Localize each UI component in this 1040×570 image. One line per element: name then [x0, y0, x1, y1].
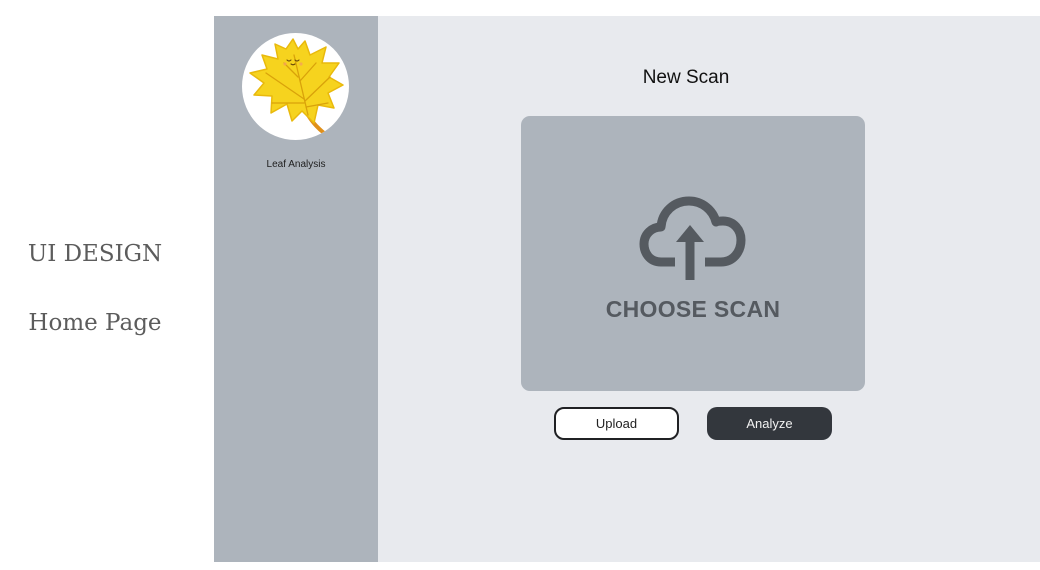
choose-scan-dropzone[interactable]: CHOOSE SCAN — [521, 116, 865, 391]
upload-button[interactable]: Upload — [554, 407, 679, 440]
main-content: New Scan CHOOSE SCAN Upload Analyze — [378, 16, 1040, 562]
app-window: Leaf Analysis New Scan CHOOSE SCAN Uploa… — [214, 16, 1040, 562]
maple-leaf-icon — [249, 38, 344, 135]
page-title: New Scan — [642, 67, 730, 88]
app-name: Leaf Analysis — [266, 159, 326, 170]
analyze-button[interactable]: Analyze — [707, 407, 832, 440]
app-logo — [242, 33, 349, 140]
sidebar: Leaf Analysis — [214, 16, 378, 562]
choose-scan-label: CHOOSE SCAN — [605, 296, 781, 322]
caption-home-page: Home Page — [28, 310, 162, 336]
caption-ui-design: UI DESIGN — [27, 241, 163, 267]
cloud-upload-icon — [639, 196, 746, 280]
